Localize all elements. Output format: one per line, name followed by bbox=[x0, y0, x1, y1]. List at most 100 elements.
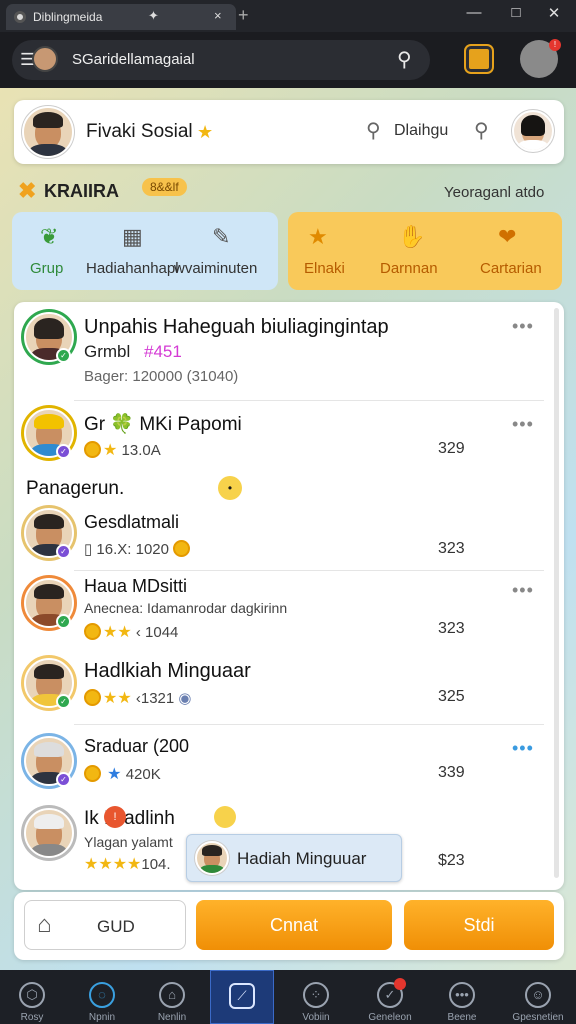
category-darnnan[interactable]: Darnnan bbox=[380, 260, 438, 277]
category-wvaiminuten[interactable]: wvaiminuten bbox=[174, 260, 257, 277]
profile-button[interactable]: ! bbox=[520, 39, 561, 78]
item-sub: ★★ ‹1321 ◉ bbox=[84, 688, 192, 708]
category-cartarian[interactable]: Cartarian bbox=[480, 260, 542, 277]
divider bbox=[74, 724, 544, 725]
compass-icon: ⟋ bbox=[229, 983, 255, 1009]
online-badge-icon: ✓ bbox=[56, 694, 71, 709]
item-title[interactable]: Ik Miadlinh bbox=[84, 808, 175, 830]
item-count: 323 bbox=[438, 540, 465, 557]
nav-item-gpesnetien[interactable]: ☺ Gpesnetien bbox=[506, 970, 570, 1024]
dots-icon: ••• bbox=[449, 982, 475, 1008]
primary-button[interactable]: Cnnat bbox=[196, 900, 392, 950]
emoji-icon bbox=[214, 806, 236, 828]
scrollbar[interactable] bbox=[554, 308, 559, 878]
chat-icon[interactable]: ⚲ bbox=[474, 118, 489, 143]
new-tab-icon[interactable]: + bbox=[238, 5, 249, 26]
header-card: Fivaki Sosial ★ ⚲ Dlaihgu ⚲ bbox=[14, 100, 564, 164]
hexagon-icon: ⬡ bbox=[19, 982, 45, 1008]
bottom-nav: ⬡ Rosy ◌ Npnin ⌂ Nenlin ⟋ ⁘ Vobiin ✓ Geneleon… bbox=[0, 970, 576, 1024]
category-elnaki[interactable]: Elnaki bbox=[304, 260, 345, 277]
friend-avatar[interactable] bbox=[512, 110, 554, 152]
item-count: 325 bbox=[438, 688, 465, 705]
minimize-icon[interactable]: — bbox=[464, 4, 484, 21]
pin-icon[interactable]: ✦ bbox=[148, 8, 159, 24]
item-title[interactable]: Unpahis Haheguah biuliagingintap bbox=[84, 316, 389, 339]
item-title[interactable]: Haua MDsitti bbox=[84, 576, 187, 597]
search-icon[interactable]: ⚲ bbox=[397, 47, 412, 72]
nav-notification-badge bbox=[394, 978, 406, 990]
item-title[interactable]: Hadlkiah Minguaar bbox=[84, 660, 251, 683]
hand-icon[interactable]: ✋ bbox=[398, 224, 425, 250]
browser-tab[interactable]: Diblingmeida ✦ × bbox=[6, 4, 236, 30]
nav-item-vobiin[interactable]: ⁘ Vobiin bbox=[284, 970, 348, 1024]
avatar[interactable] bbox=[24, 808, 74, 858]
chat-bubble-icon[interactable]: ✎ bbox=[212, 224, 230, 250]
item-meta: Bager: 120000 (31040) bbox=[84, 368, 239, 385]
item-desc: Ylagan yalamt bbox=[84, 834, 173, 850]
item-count: 339 bbox=[438, 764, 465, 781]
more-icon[interactable]: ••• bbox=[512, 316, 534, 337]
item-sub: ★ 420K bbox=[84, 764, 161, 784]
tab-close-icon[interactable]: × bbox=[214, 8, 222, 23]
user-name: Fivaki Sosial bbox=[86, 121, 193, 142]
category-grup[interactable]: Grup bbox=[30, 260, 63, 277]
nav-item-beene[interactable]: ••• Beene bbox=[430, 970, 494, 1024]
window-close-icon[interactable]: ✕ bbox=[544, 4, 564, 22]
header-search-icon[interactable]: ⚲ bbox=[366, 118, 381, 143]
verified-badge-icon: ✓ bbox=[56, 544, 71, 559]
user-avatar[interactable] bbox=[22, 106, 74, 158]
category-hadiah[interactable]: Hadiahanhapl bbox=[86, 260, 179, 277]
item-sub: Grmbl bbox=[84, 342, 131, 361]
section-x-icon: ✖ bbox=[18, 178, 37, 203]
verified-badge-icon: ✓ bbox=[56, 444, 71, 459]
nav-item-active[interactable]: ⟋ bbox=[210, 970, 274, 1024]
item-title[interactable]: Sraduar (200 bbox=[84, 736, 189, 757]
more-icon[interactable]: ••• bbox=[512, 580, 534, 601]
item-title[interactable]: Gr 🍀 MKi Papomi bbox=[84, 412, 242, 436]
more-icon[interactable]: ••• bbox=[512, 414, 534, 435]
nav-item-nenlin[interactable]: ⌂ Nenlin bbox=[140, 970, 204, 1024]
nav-item-geneleon[interactable]: ✓ Geneleon bbox=[358, 970, 422, 1024]
list-section-label: Panagerun. bbox=[26, 478, 125, 499]
online-badge-icon: ✓ bbox=[56, 348, 71, 363]
nav-item-rosy[interactable]: ⬡ Rosy bbox=[0, 970, 64, 1024]
notification-badge: ! bbox=[549, 39, 561, 51]
home-button[interactable]: ⌂ GUD bbox=[24, 900, 186, 950]
home-label: GUD bbox=[97, 917, 135, 936]
item-sub: ▯ 16.X: 1020 bbox=[84, 540, 192, 558]
heart-icon[interactable]: ❤ bbox=[498, 224, 516, 250]
url-bar[interactable]: ☰ SGaridellamagaial ⚲ bbox=[12, 40, 430, 80]
secondary-label: Stdi bbox=[463, 915, 495, 935]
section-right-text[interactable]: Yeoraganl atdo bbox=[444, 184, 544, 201]
divider bbox=[74, 570, 544, 571]
more-icon[interactable]: ••• bbox=[512, 738, 534, 759]
online-badge-icon: ✓ bbox=[56, 614, 71, 629]
leaf-icon[interactable]: ❦ bbox=[40, 224, 58, 250]
item-sub: ★ 13.0A bbox=[84, 440, 161, 460]
grid-icon[interactable]: ▦ bbox=[122, 224, 143, 250]
item-sub: ★★ ‹ 1044 bbox=[84, 622, 178, 642]
maximize-icon[interactable]: □ bbox=[506, 4, 526, 21]
emoji-icon[interactable]: • bbox=[218, 476, 242, 500]
tooltip-chip[interactable]: Hadiah Minguuar bbox=[186, 834, 402, 882]
tab-title: Diblingmeida bbox=[33, 10, 103, 24]
item-desc: Anecnea: Idamanrodar dagkirinn bbox=[84, 600, 288, 616]
primary-label: Cnnat bbox=[269, 915, 319, 935]
nav-item-npnin[interactable]: ◌ Npnin bbox=[70, 970, 134, 1024]
item-title[interactable]: Gesdlatmali bbox=[84, 512, 179, 533]
category-blue-group: ❦ Grup ▦ Hadiahanhapl ✎ wvaiminuten bbox=[12, 212, 278, 290]
home-icon: ⌂ bbox=[159, 982, 185, 1008]
item-sub: ★★★★104. bbox=[84, 856, 171, 873]
item-count: 323 bbox=[438, 620, 465, 637]
home-icon: ⌂ bbox=[37, 911, 52, 938]
header-search-label[interactable]: Dlaihgu bbox=[394, 122, 448, 140]
verified-badge-icon: ✓ bbox=[56, 772, 71, 787]
secondary-button[interactable]: Stdi bbox=[404, 900, 554, 950]
star-icon: ★ bbox=[197, 122, 214, 142]
star-icon[interactable]: ★ bbox=[308, 224, 328, 250]
extension-icon[interactable] bbox=[466, 46, 492, 72]
face-icon: ☺ bbox=[525, 982, 551, 1008]
url-text[interactable]: SGaridellamagaial bbox=[72, 51, 302, 68]
tooltip-label: Hadiah Minguuar bbox=[237, 849, 367, 868]
item-count: 329 bbox=[438, 440, 465, 457]
